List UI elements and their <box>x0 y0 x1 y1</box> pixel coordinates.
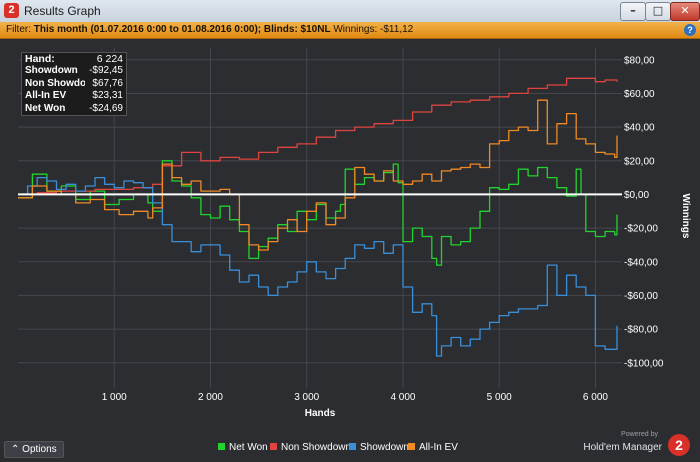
legend-swatch <box>218 443 225 450</box>
results-graph-window: 2 Results Graph – □ ✕ Filter: This month… <box>0 0 700 462</box>
y-tick-label: $0,00 <box>624 190 649 201</box>
stat-row-showdown: Showdown -$92,45 <box>22 65 126 77</box>
stat-label: Hand: <box>25 53 55 65</box>
stat-value: 6 224 <box>96 53 123 65</box>
stat-value: -$24,69 <box>89 102 123 114</box>
stat-row-all-in-ev: All-In EV $23,31 <box>22 90 126 102</box>
x-tick-label: 1 000 <box>102 392 127 403</box>
powered-by-text: Powered by <box>621 431 658 438</box>
legend-label: Net Won <box>229 442 268 453</box>
stat-value: -$92,45 <box>89 65 123 77</box>
legend-label: All-In EV <box>419 442 458 453</box>
stat-value: $67,76 <box>92 77 123 89</box>
legend-swatch <box>349 443 356 450</box>
legend-item-showdown[interactable]: Showdown <box>349 441 409 455</box>
stat-value: $23,31 <box>92 90 123 102</box>
y-axis-label: Winnings <box>680 194 691 239</box>
stat-label: Showdown <box>25 65 78 77</box>
x-tick-label: 4 000 <box>390 392 415 403</box>
x-tick-label: 6 000 <box>583 392 608 403</box>
options-label: Options <box>22 444 57 455</box>
x-axis-label: Hands <box>305 408 336 419</box>
options-button[interactable]: ⌃ Options <box>4 441 64 458</box>
legend-item-all-in-ev[interactable]: All-In EV <box>408 441 458 455</box>
y-tick-label: $80,00 <box>624 55 655 66</box>
legend-label: Showdown <box>360 442 409 453</box>
y-tick-label: $40,00 <box>624 123 655 134</box>
brand-name: Hold'em Manager <box>583 442 662 453</box>
x-tick-label: 2 000 <box>198 392 223 403</box>
x-tick-label: 3 000 <box>294 392 319 403</box>
y-tick-label: -$80,00 <box>624 325 658 336</box>
y-tick-label: -$20,00 <box>624 224 658 235</box>
x-axis-ticks: 1 000 2 000 3 000 4 000 5 000 6 000 <box>102 392 609 403</box>
legend-label: Non Showdown <box>281 442 352 453</box>
brand-logo-icon: 2 <box>668 434 690 456</box>
brand-block: Powered by Hold'em Manager 2 <box>572 431 696 459</box>
x-tick-label: 5 000 <box>487 392 512 403</box>
y-tick-label: -$60,00 <box>624 291 658 302</box>
chevron-up-icon: ⌃ <box>11 444 23 455</box>
stat-row-non-showdown: Non Showdown $67,76 <box>22 78 126 90</box>
stats-summary-box: Hand: 6 224 Showdown -$92,45 Non Showdow… <box>21 52 127 116</box>
stat-row-hands: Hand: 6 224 <box>22 53 126 65</box>
y-tick-label: $60,00 <box>624 89 655 100</box>
stat-label: Net Won <box>25 102 66 114</box>
stat-label: All-In EV <box>25 90 67 102</box>
stat-label: Non Showdown <box>25 77 85 89</box>
legend-swatch <box>270 443 277 450</box>
y-tick-label: -$100,00 <box>624 358 664 369</box>
legend-swatch <box>408 443 415 450</box>
legend-item-net-won[interactable]: Net Won <box>218 441 268 455</box>
y-axis-ticks: $80,00 $60,00 $40,00 $20,00 $0,00 -$20,00 -$40… <box>624 55 664 369</box>
y-tick-label: -$40,00 <box>624 257 658 268</box>
stat-row-net-won: Net Won -$24,69 <box>22 103 126 115</box>
y-tick-label: $20,00 <box>624 156 655 167</box>
legend-item-non-showdown[interactable]: Non Showdown <box>270 441 351 455</box>
